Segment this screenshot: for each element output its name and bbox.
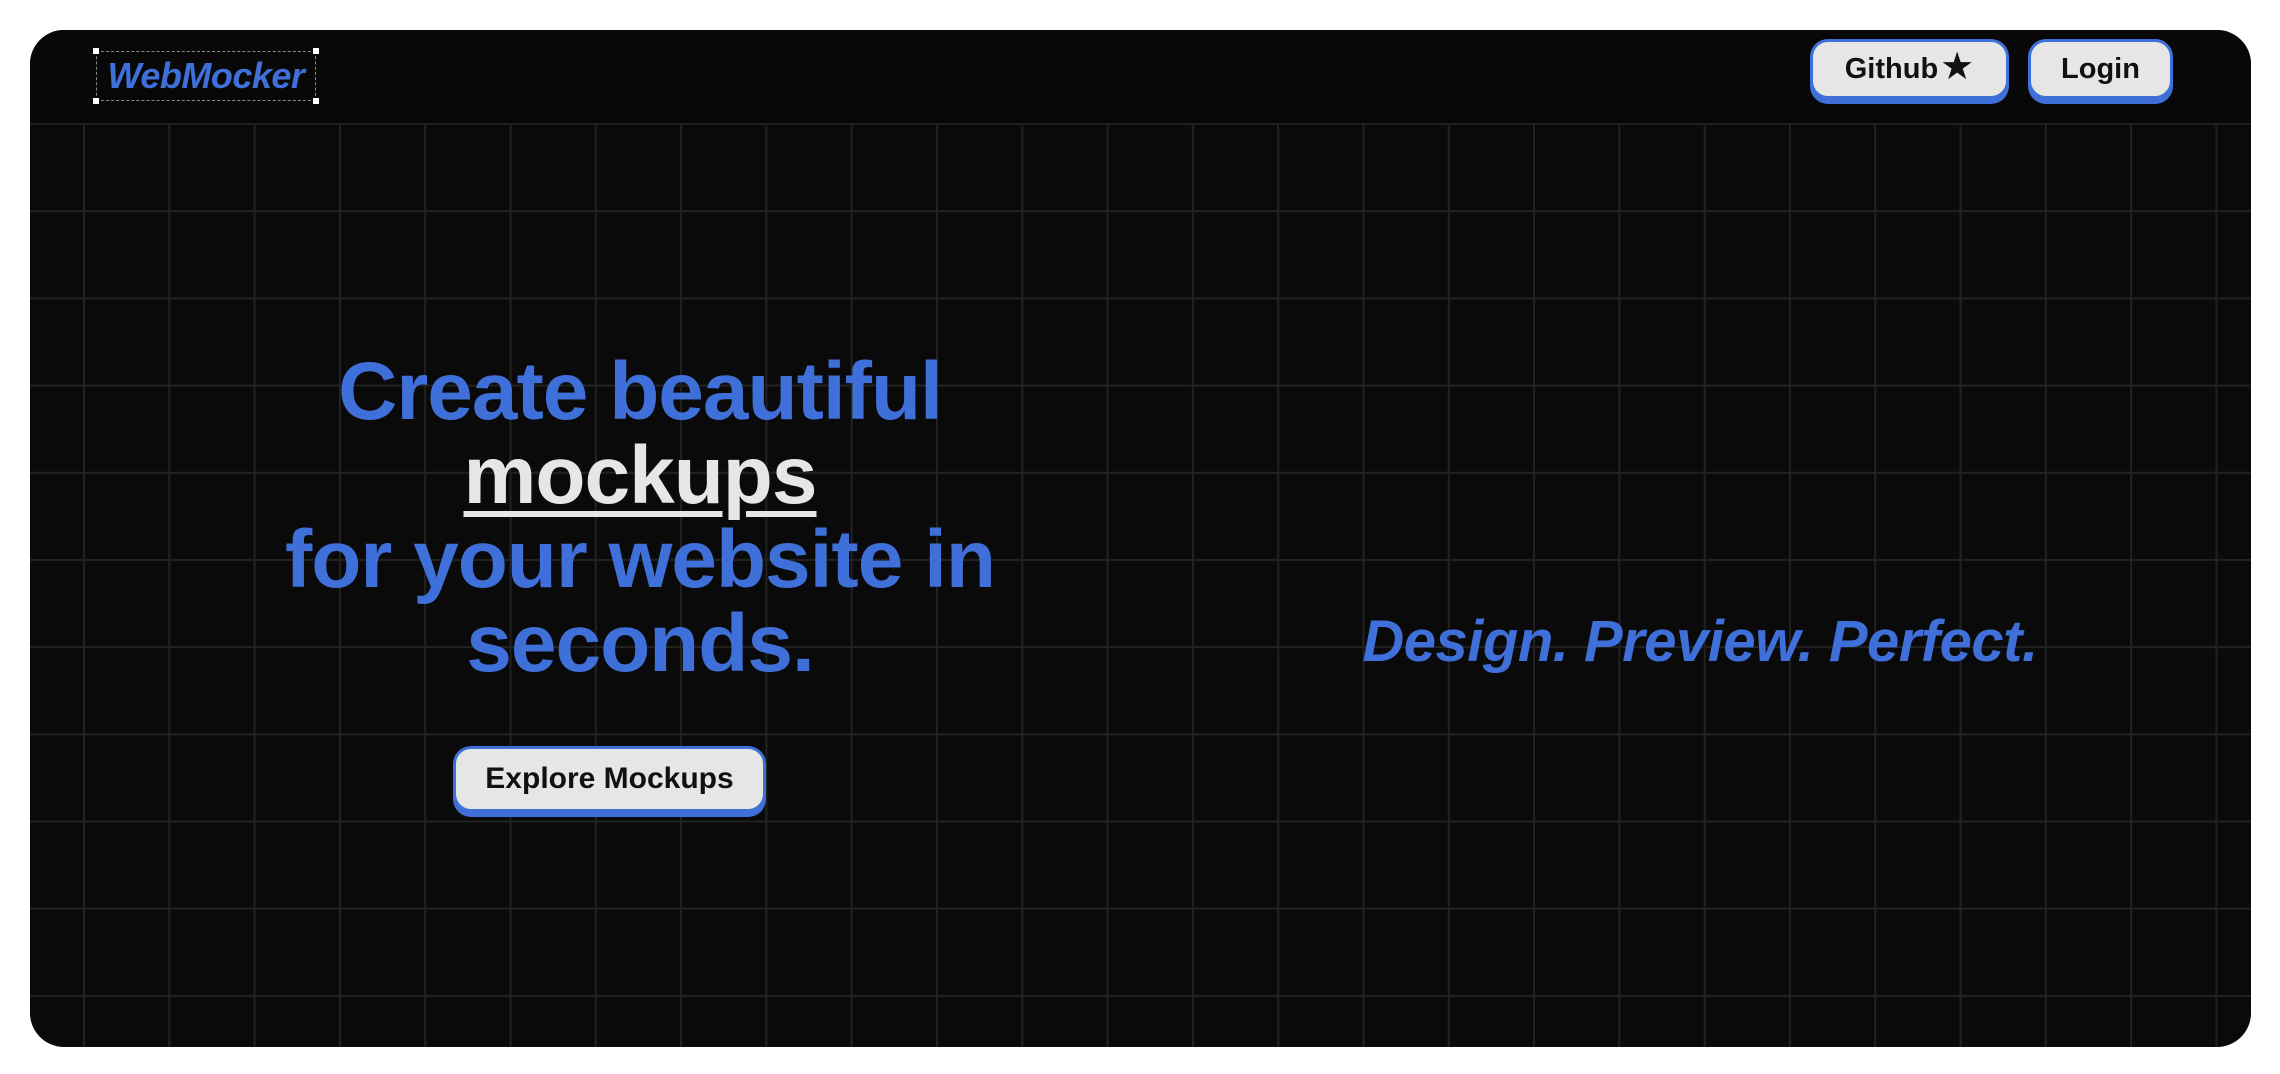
selection-handle	[313, 98, 319, 104]
tagline: Design. Preview. Perfect.	[1362, 609, 2038, 674]
github-button-label: Github	[1844, 52, 1939, 85]
github-button[interactable]: Github ★	[1810, 39, 2009, 99]
hero-highlight: mockups	[463, 430, 818, 521]
selection-handle	[313, 48, 319, 54]
login-button-label: Login	[2061, 52, 2140, 85]
selection-handle	[93, 98, 99, 104]
login-button[interactable]: Login	[2028, 39, 2173, 99]
hero-line-3: for your website in	[285, 514, 996, 605]
hero-line-4: seconds.	[466, 598, 814, 689]
logo[interactable]: WebMocker	[93, 48, 319, 104]
star-icon: ★	[1940, 46, 1975, 88]
explore-mockups-label: Explore Mockups	[485, 762, 734, 795]
app-frame: WebMocker Github ★ Login Create beautifu…	[30, 30, 2251, 1047]
hero-headline: Create beautiful mockups for your websit…	[160, 350, 1120, 686]
hero-line-1: Create beautiful	[338, 346, 943, 437]
selection-handle	[93, 48, 99, 54]
logo-text: WebMocker	[107, 55, 305, 96]
top-navbar: WebMocker Github ★ Login	[30, 30, 2251, 125]
explore-mockups-button[interactable]: Explore Mockups	[453, 746, 766, 812]
